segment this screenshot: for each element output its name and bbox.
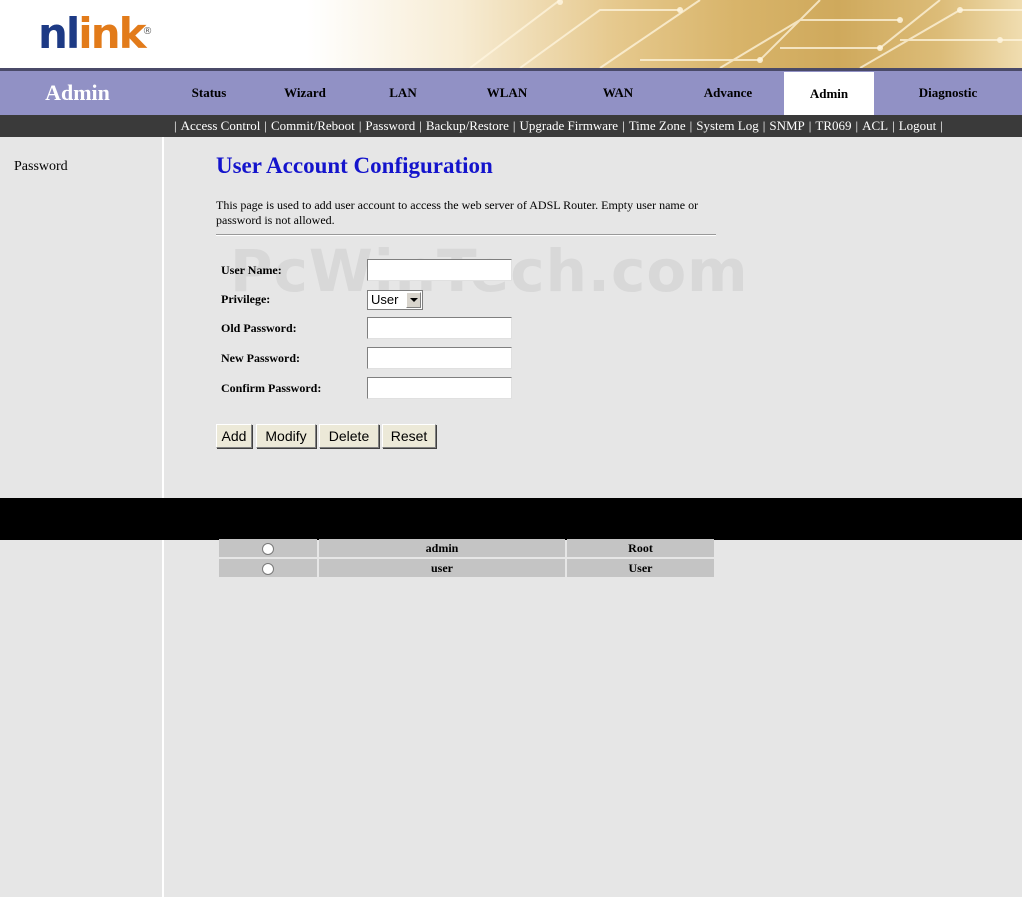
confirm-password-label: Confirm Password: (221, 381, 322, 395)
modify-button[interactable]: Modify (256, 424, 316, 448)
add-button[interactable]: Add (216, 424, 252, 448)
select-cell (219, 559, 317, 577)
section-title: Admin (45, 80, 110, 105)
old-password-input[interactable] (367, 317, 512, 339)
subnav-link-backup-restore[interactable]: Backup/Restore (426, 118, 509, 133)
subnav-link-system-log[interactable]: System Log (696, 118, 758, 133)
separator: | (892, 118, 895, 133)
user-account-table: admin Root user User (217, 537, 716, 579)
user-name-cell: admin (319, 539, 565, 557)
separator: | (689, 118, 693, 133)
circuit-board-graphic (469, 0, 1022, 68)
header-banner: nlink ® (0, 0, 1022, 68)
page-title: User Account Configuration (216, 153, 493, 178)
user-privilege-cell: User (567, 559, 714, 577)
page-description: This page is used to add user account to… (216, 198, 699, 227)
registered-mark: ® (142, 26, 153, 37)
privilege-select[interactable]: User (367, 290, 423, 310)
nav-tab-lan[interactable]: LAN (355, 71, 451, 115)
dropdown-arrow-icon[interactable] (406, 292, 421, 308)
subnav-link-acl[interactable]: ACL (862, 118, 888, 133)
delete-button[interactable]: Delete (319, 424, 379, 448)
separator: | (358, 118, 362, 133)
nav-tab-wan[interactable]: WAN (563, 71, 673, 115)
sidebar-item-password[interactable]: Password (14, 159, 68, 175)
user-name-cell: user (319, 559, 565, 577)
separator: | (264, 118, 268, 133)
separator: | (512, 118, 516, 133)
reset-button[interactable]: Reset (382, 424, 436, 448)
separator: | (940, 118, 943, 133)
logo-text-accent: ink (78, 9, 146, 58)
separator: | (808, 118, 812, 133)
select-cell (219, 539, 317, 557)
subnav-link-commit-reboot[interactable]: Commit/Reboot (271, 118, 355, 133)
confirm-password-input[interactable] (367, 377, 512, 399)
subnav-link-tr069[interactable]: TR069 (815, 118, 851, 133)
subnav-link-logout[interactable]: Logout (899, 118, 937, 133)
table-row: user User (219, 559, 714, 577)
separator: | (622, 118, 625, 133)
subnav-link-password[interactable]: Password (365, 118, 415, 133)
old-password-label: Old Password: (221, 321, 297, 335)
divider (216, 234, 716, 236)
table-row: admin Root (219, 539, 714, 557)
subnav-link-upgrade-firmware[interactable]: Upgrade Firmware (520, 118, 619, 133)
sub-nav: | Access Control | Commit/Reboot | Password | B… (0, 115, 1022, 137)
nav-tab-advance[interactable]: Advance (673, 71, 783, 115)
separator: | (174, 118, 177, 133)
nav-tab-admin[interactable]: Admin (784, 72, 874, 115)
main-nav: Admin Status Wizard LAN WLAN WAN Advance… (0, 68, 1022, 115)
separator: | (419, 118, 422, 133)
nav-tab-wlan[interactable]: WLAN (451, 71, 563, 115)
nlink-logo: nlink ® (38, 9, 153, 58)
new-password-label: New Password: (221, 351, 300, 365)
redaction-bar (0, 498, 1022, 540)
user-name-label: User Name: (221, 263, 282, 277)
separator: | (855, 118, 859, 133)
nav-tab-wizard[interactable]: Wizard (255, 71, 355, 115)
new-password-input[interactable] (367, 347, 512, 369)
subnav-link-access-control[interactable]: Access Control (181, 118, 261, 133)
subnav-link-snmp[interactable]: SNMP (769, 118, 804, 133)
user-name-input[interactable] (367, 259, 512, 281)
logo-text-main: nl (38, 9, 80, 58)
separator: | (762, 118, 766, 133)
nav-tab-diagnostic[interactable]: Diagnostic (874, 71, 1022, 115)
privilege-label: Privilege: (221, 292, 271, 306)
user-privilege-cell: Root (567, 539, 714, 557)
subnav-link-time-zone[interactable]: Time Zone (629, 118, 686, 133)
user-select-radio-user[interactable] (262, 562, 274, 575)
privilege-selected-value: User (371, 292, 399, 307)
user-select-radio-admin[interactable] (262, 542, 274, 555)
nav-tab-status[interactable]: Status (163, 71, 255, 115)
